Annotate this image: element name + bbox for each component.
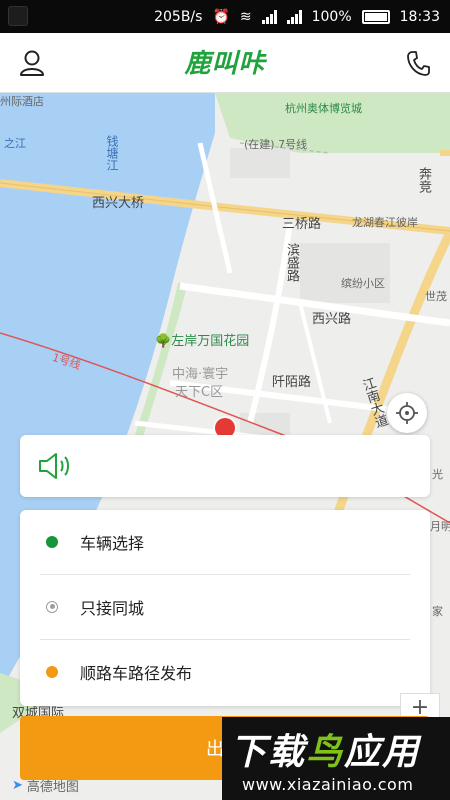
- map-label-binsheng-road: 滨盛路: [284, 243, 299, 282]
- wifi-icon: ≋: [239, 8, 252, 25]
- map-label-shiji: 世茂: [425, 290, 447, 303]
- amap-label: 高德地图: [26, 780, 79, 795]
- map-label-metro7: (在建) 7号线: [244, 138, 308, 151]
- radio-icon[interactable]: [46, 600, 58, 613]
- signal-icon-1: [261, 9, 277, 24]
- map-label-yue: 月明: [430, 520, 450, 533]
- user-profile-button[interactable]: [14, 45, 50, 81]
- speaker-icon[interactable]: [38, 451, 74, 481]
- amap-icon: ➤: [12, 778, 23, 793]
- green-dot-icon: [46, 536, 58, 548]
- option-label: 车辆选择: [80, 534, 145, 553]
- option-label: 只接同城: [80, 598, 145, 618]
- map-label-sanqiao-road: 三桥路: [282, 217, 322, 232]
- option-label: 顺路车路径发布: [80, 663, 193, 683]
- map-label-binfen: 缤纷小区: [341, 277, 385, 290]
- map-label-zhijiang: 之江: [4, 137, 26, 150]
- app-logo: 鹿叫咔: [184, 49, 266, 79]
- map-label-zuoan-garden: 🌳左岸万国花园: [155, 334, 250, 349]
- watermark-banner: 下载鸟应用 www.xiazainiao.com: [222, 717, 450, 800]
- alarm-icon: ⏰: [212, 8, 230, 25]
- battery-icon: [361, 9, 390, 24]
- watermark-title: 下载鸟应用: [230, 732, 421, 773]
- notification-icon: [8, 6, 28, 26]
- watermark-url: www.xiazainiao.com: [242, 775, 414, 794]
- voice-input-card[interactable]: [20, 435, 430, 497]
- map-label-xixing-road: 西兴路: [312, 312, 352, 327]
- map-label-jia: 家: [432, 605, 443, 618]
- map-label-sports-park: 杭州奥体博览城: [285, 102, 362, 115]
- locate-button[interactable]: [387, 393, 427, 433]
- map-label-tianxia: 天下C区: [175, 385, 224, 400]
- map-label-qianmo-road: 阡陌路: [272, 375, 312, 390]
- options-card: 车辆选择 只接同城 顺路车路径发布: [20, 510, 430, 706]
- option-route-publish[interactable]: 顺路车路径发布: [40, 639, 410, 703]
- battery-percent: 100%: [311, 8, 352, 25]
- map-label-longhu: 龙湖春江彼岸: [352, 216, 418, 229]
- map-label-qiantangjiang: 钱塘江: [105, 135, 119, 171]
- network-speed: 205B/s: [154, 8, 203, 25]
- option-same-city-only[interactable]: 只接同城: [40, 574, 410, 638]
- phone-icon: [407, 51, 430, 76]
- map-label-kang: 奔竞: [416, 167, 431, 193]
- user-icon: [20, 50, 44, 76]
- signal-icon-2: [286, 9, 302, 24]
- crosshair-icon: [396, 402, 418, 424]
- option-vehicle-select[interactable]: 车辆选择: [40, 510, 410, 574]
- map-label-xixing-bridge: 西兴大桥: [92, 196, 145, 211]
- map-label-zhonghai: 中海·寰宇: [172, 367, 229, 382]
- amap-attribution: ➤ 高德地图: [12, 776, 79, 795]
- call-button[interactable]: [400, 45, 436, 81]
- app-header: 鹿叫咔: [0, 33, 450, 93]
- map-label-guang: 光: [432, 468, 443, 481]
- map-label-hotel: 州际酒店: [0, 95, 44, 108]
- orange-dot-icon: [46, 665, 58, 678]
- clock: 18:33: [399, 8, 440, 25]
- status-bar: 205B/s ⏰ ≋ 100% 18:33: [0, 0, 450, 33]
